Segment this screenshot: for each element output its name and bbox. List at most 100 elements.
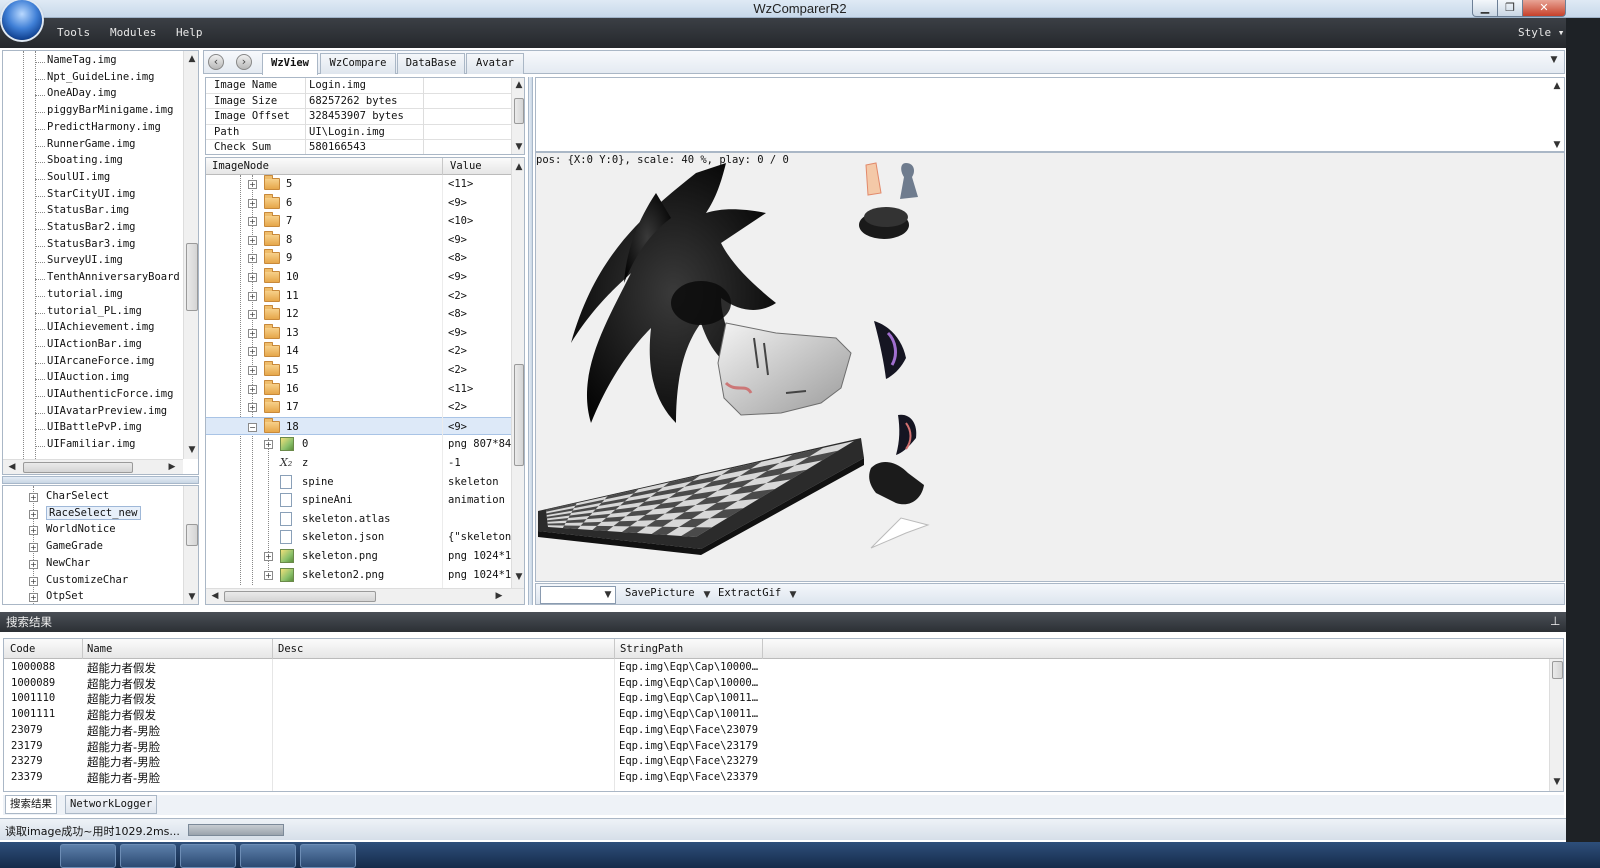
- scroll-left-icon[interactable]: ◀: [210, 591, 220, 601]
- scroll-right-icon[interactable]: ▶: [167, 462, 177, 472]
- hscroll-thumb[interactable]: [23, 462, 133, 473]
- expand-icon[interactable]: +: [29, 493, 38, 502]
- forward-icon[interactable]: ›: [236, 54, 252, 70]
- expand-icon[interactable]: +: [248, 235, 257, 245]
- expand-icon[interactable]: +: [29, 543, 38, 553]
- scroll-down-icon[interactable]: ▼: [187, 445, 197, 455]
- grid-row[interactable]: X₂ z -1: [206, 454, 511, 473]
- expand-icon[interactable]: +: [248, 366, 257, 375]
- node-item[interactable]: GameGrade: [46, 540, 103, 556]
- tab-wzcompare[interactable]: WzCompare: [320, 53, 396, 74]
- expand-icon[interactable]: +: [248, 291, 257, 301]
- table-row[interactable]: 1000088 超能力者假发 Eqp.img\Eqp\Cap\10000…: [4, 660, 1549, 676]
- grid-row[interactable]: spineAni animation: [206, 491, 511, 510]
- grid-row[interactable]: +16 <11>: [206, 379, 511, 399]
- grid-row[interactable]: +11 <2>: [206, 286, 511, 306]
- scroll-thumb[interactable]: [186, 524, 198, 546]
- node-item[interactable]: OtpSet: [46, 590, 84, 604]
- grid-row[interactable]: + skeleton2.png png 1024*10: [206, 566, 518, 585]
- file-item[interactable]: StatusBar2.img: [35, 221, 136, 237]
- grid-row[interactable]: +7 <10>: [206, 212, 511, 231]
- taskbar-item[interactable]: [180, 844, 236, 868]
- back-icon[interactable]: ‹: [208, 54, 224, 70]
- grid-row[interactable]: + skeleton.png png 1024*10: [206, 547, 518, 566]
- grid-row[interactable]: spine skeleton: [206, 473, 511, 492]
- left-splitter[interactable]: [2, 476, 199, 484]
- col-stringpath[interactable]: StringPath: [620, 643, 683, 655]
- scroll-right-icon[interactable]: ▶: [494, 591, 504, 601]
- col-name[interactable]: Name: [87, 643, 112, 655]
- table-row[interactable]: 23079 超能力者-男脸 Eqp.img\Eqp\Face\23079: [4, 723, 1549, 739]
- expand-icon[interactable]: +: [248, 217, 257, 227]
- file-item[interactable]: UIFamiliar.img: [35, 438, 136, 454]
- taskbar-item[interactable]: [300, 844, 356, 868]
- grid-row[interactable]: +17 <2>: [206, 398, 511, 417]
- file-item[interactable]: tutorial_PL.img: [35, 305, 142, 321]
- preview-text-area[interactable]: ▲ ▼: [535, 77, 1565, 152]
- scroll-left-icon[interactable]: ◀: [7, 462, 17, 472]
- grid-row[interactable]: +6 <9>: [206, 193, 511, 213]
- info-row[interactable]: Image Offset 328453907 bytes: [206, 109, 511, 125]
- expand-icon[interactable]: +: [248, 180, 257, 189]
- grid-row[interactable]: − 18 <9>: [206, 416, 511, 436]
- expand-icon[interactable]: +: [248, 384, 257, 394]
- middle-splitter[interactable]: [528, 77, 533, 605]
- chevron-down-icon[interactable]: ▼: [702, 590, 712, 600]
- grid-hscrollbar[interactable]: ◀ ▶: [206, 588, 524, 604]
- file-item[interactable]: StarCityUI.img: [35, 188, 136, 204]
- file-item[interactable]: UIAchievement.img: [34, 321, 154, 337]
- expand-icon[interactable]: +: [29, 576, 38, 586]
- grid-row[interactable]: +8 <9>: [206, 230, 511, 250]
- grid-row[interactable]: +5 <11>: [206, 175, 511, 194]
- grid-row[interactable]: skeleton.atlas: [206, 510, 511, 529]
- file-item[interactable]: StatusBar3.img: [35, 238, 136, 254]
- table-row[interactable]: 1001110 超能力者假发 Eqp.img\Eqp\Cap\10011…: [4, 691, 1549, 707]
- expand-icon[interactable]: +: [264, 570, 273, 580]
- file-item[interactable]: RunnerGame.img: [35, 138, 136, 154]
- menu-tools[interactable]: Tools: [57, 26, 90, 39]
- grid-row[interactable]: +9 <8>: [206, 249, 511, 268]
- preview-canvas[interactable]: pos: {X:0 Y:0}, scale: 40 %, play: 0 / 0: [535, 152, 1565, 582]
- file-tree-hscrollbar[interactable]: ◀ ▶: [3, 459, 183, 474]
- file-item[interactable]: UIArcaneForce.img: [34, 355, 154, 371]
- file-item[interactable]: UIAuthenticForce.img: [34, 388, 173, 404]
- expand-icon[interactable]: +: [248, 328, 257, 338]
- menu-modules[interactable]: Modules: [110, 26, 156, 39]
- tab-database[interactable]: DataBase: [397, 53, 465, 74]
- scroll-thumb[interactable]: [514, 98, 524, 124]
- taskbar-item[interactable]: [120, 844, 176, 868]
- grid-row[interactable]: +0 png 807*847: [206, 435, 518, 454]
- scroll-thumb[interactable]: [514, 364, 524, 466]
- scroll-down-icon[interactable]: ▼: [1552, 777, 1562, 787]
- tab-wzview[interactable]: WzView: [262, 53, 318, 75]
- scroll-down-icon[interactable]: ▼: [187, 592, 197, 602]
- info-row[interactable]: Image Name Login.img: [206, 78, 511, 94]
- file-item[interactable]: UIBattlePvP.img: [35, 421, 142, 437]
- file-item[interactable]: PredictHarmony.img: [35, 121, 161, 137]
- file-item[interactable]: tutorial.img: [35, 288, 123, 304]
- file-item[interactable]: UIAuction.img: [34, 371, 129, 387]
- expand-icon[interactable]: +: [248, 198, 257, 208]
- file-item[interactable]: Npt_GuideLine.img: [34, 71, 154, 87]
- file-item[interactable]: piggyBarMinigame.img: [34, 104, 173, 120]
- file-item[interactable]: TenthAnniversaryBoard: [35, 271, 180, 287]
- info-row[interactable]: Check Sum 580166543: [206, 140, 511, 154]
- grid-row[interactable]: +14 <2>: [206, 342, 511, 361]
- file-item[interactable]: UIActionBar.img: [35, 338, 142, 354]
- expand-icon[interactable]: −: [248, 422, 257, 432]
- info-row[interactable]: Image Size 68257262 bytes: [206, 94, 511, 109]
- taskbar-item[interactable]: [240, 844, 296, 868]
- table-row[interactable]: 23379 超能力者-男脸 Eqp.img\Eqp\Face\23379: [4, 770, 1549, 786]
- file-item[interactable]: StatusBar.img: [34, 204, 129, 220]
- table-row[interactable]: 23279 超能力者-男脸 Eqp.img\Eqp\Face\23279: [4, 754, 1549, 770]
- chevron-down-icon[interactable]: ▼: [603, 590, 613, 600]
- col-imagenode[interactable]: ImageNode: [212, 160, 269, 172]
- grid-row[interactable]: +15 <2>: [206, 361, 511, 380]
- scroll-down-icon[interactable]: ▼: [514, 572, 524, 582]
- minimize-button[interactable]: ▁: [1472, 0, 1498, 17]
- grid-row[interactable]: +12 <8>: [206, 305, 511, 324]
- chevron-down-icon[interactable]: ▼: [788, 590, 798, 600]
- node-item[interactable]: NewChar: [46, 557, 90, 573]
- grid-row[interactable]: +10 <9>: [206, 268, 511, 287]
- scroll-down-icon[interactable]: ▼: [1552, 140, 1562, 150]
